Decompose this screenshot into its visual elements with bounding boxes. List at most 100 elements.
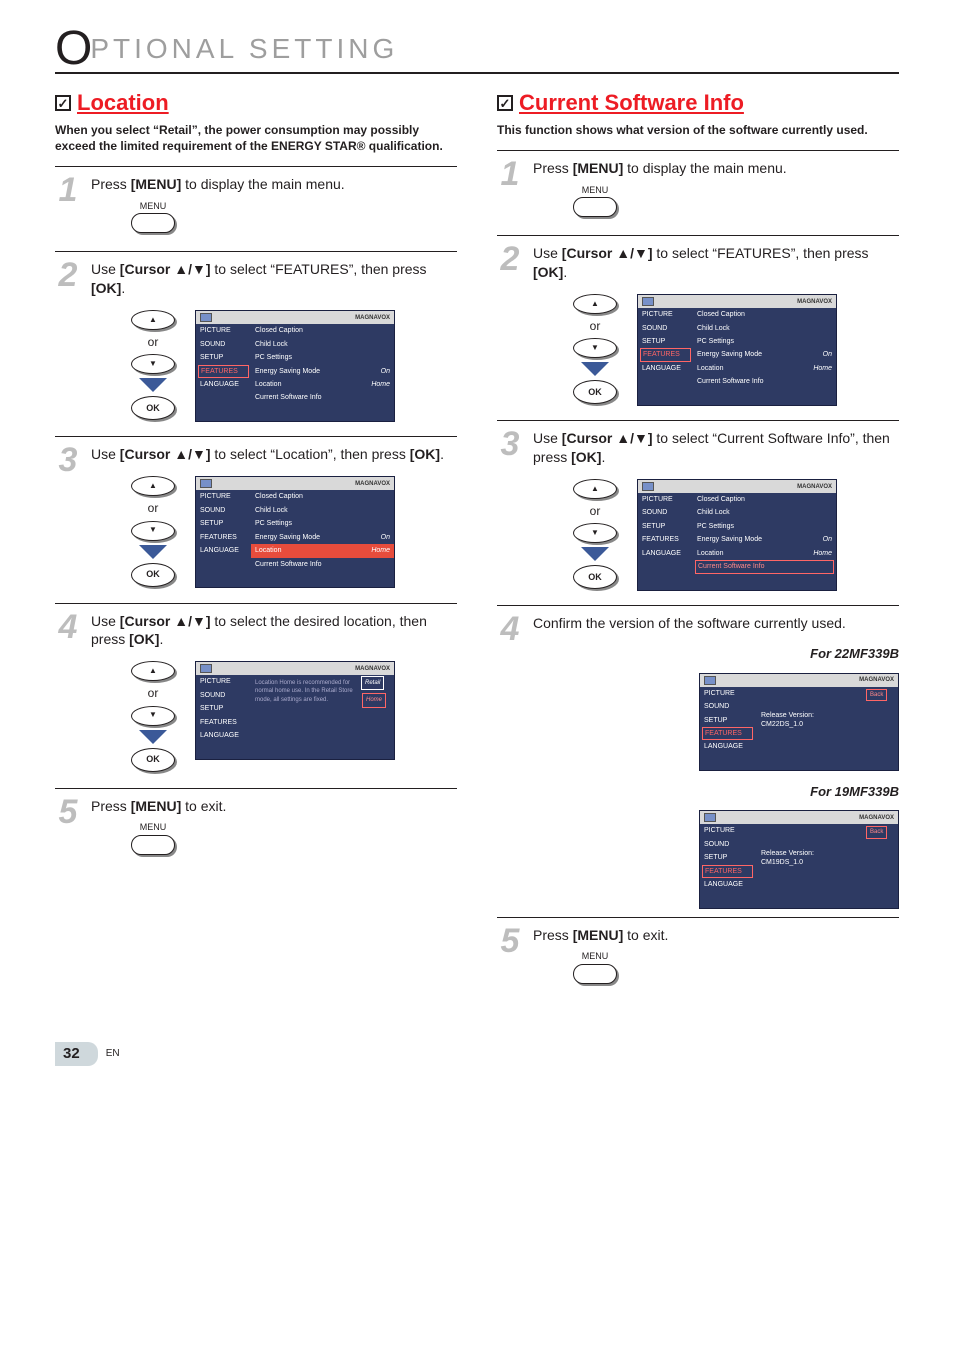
text: Use <box>533 430 562 446</box>
osd-right-options: Retail Home <box>360 675 394 742</box>
osd-version-b: MAGNAVOX PICTURESOUNDSETUPFEATURESLANGUA… <box>699 810 899 908</box>
osd-left-item: FEATURES <box>638 533 693 546</box>
osd-row: Energy Saving ModeOn <box>251 365 394 378</box>
step-text: Press [MENU] to display the main menu. <box>91 175 457 194</box>
osd-mid-menu: Location Home is recommended for normal … <box>251 675 360 742</box>
or-label: or <box>148 334 159 350</box>
model-label-a: For 22MF339B <box>533 645 899 663</box>
osd-location-menu: MAGNAVOX PICTURESOUNDSETUPFEATURESLANGUA… <box>195 476 395 588</box>
step-3: 3 Use [Cursor ▲/▼] to select “Current So… <box>497 429 899 597</box>
tv-icon <box>200 479 212 488</box>
osd-left-menu: PICTURESOUNDSETUPFEATURESLANGUAGE <box>700 687 755 754</box>
version-text: Release Version: CM19DS_1.0 <box>755 839 864 878</box>
text: to exit. <box>623 927 668 943</box>
osd-left-item: SETUP <box>638 520 693 533</box>
osd-left-item: SOUND <box>196 504 251 517</box>
osd-version-a: MAGNAVOX PICTURESOUNDSETUPFEATURESLANGUA… <box>699 673 899 771</box>
menu-button-icon <box>573 197 617 217</box>
text-bold: [OK] <box>91 280 121 296</box>
osd-left-menu: PICTURESOUNDSETUPFEATURESLANGUAGE <box>700 824 755 891</box>
text: Use <box>91 613 120 629</box>
ok-button-icon: OK <box>131 396 175 420</box>
ok-button-icon: OK <box>573 380 617 404</box>
osd-row: Energy Saving ModeOn <box>251 531 394 544</box>
brand-label: MAGNAVOX <box>355 314 390 322</box>
step-number: 3 <box>55 445 81 594</box>
arrow-down-icon: ▼ <box>149 525 157 536</box>
osd-left-item: LANGUAGE <box>700 878 755 891</box>
ok-button-icon: OK <box>131 748 175 772</box>
osd-left-item: PICTURE <box>700 824 755 837</box>
tv-icon <box>642 482 654 491</box>
down-button-icon: ▼ <box>573 523 617 543</box>
osd-mid-menu: Closed CaptionChild LockPC SettingsEnerg… <box>251 324 394 405</box>
osd-left-item: PICTURE <box>638 308 693 321</box>
arrow-down-icon: ▼ <box>591 528 599 539</box>
version-value: CM22DS_1.0 <box>761 721 803 728</box>
divider <box>55 251 457 252</box>
osd-left-item: LANGUAGE <box>196 544 251 557</box>
osd-left-item: SETUP <box>196 702 251 715</box>
step-number: 4 <box>497 614 523 908</box>
page-lang: EN <box>106 1047 120 1061</box>
arrow-up-icon: ▲ <box>149 315 157 326</box>
remote-graphic: ▲ or ▼ OK <box>573 479 617 589</box>
version-value: CM19DS_1.0 <box>761 859 803 866</box>
menu-button-icon <box>131 213 175 233</box>
osd-left-item: FEATURES <box>198 365 249 378</box>
divider <box>55 603 457 604</box>
osd-features-menu: MAGNAVOX PICTURESOUNDSETUPFEATURESLANGUA… <box>195 310 395 422</box>
triangle-down-icon <box>581 547 609 561</box>
step-text: Confirm the version of the software curr… <box>533 614 899 633</box>
arrow-up-icon: ▲ <box>591 484 599 495</box>
text-bold: [Cursor ▲/▼] <box>120 446 211 462</box>
right-column: ✓ Current Software Info This function sh… <box>497 88 899 1001</box>
brand-label: MAGNAVOX <box>797 298 832 306</box>
step-number: 2 <box>55 260 81 428</box>
page-title-text: PTIONAL SETTING <box>90 30 398 68</box>
text-bold: [MENU] <box>131 176 182 192</box>
arrow-up-icon: ▲ <box>591 299 599 310</box>
osd-left-item: PICTURE <box>700 687 755 700</box>
osd-option-selected: Home <box>362 693 386 707</box>
osd-left-item: LANGUAGE <box>196 729 251 742</box>
page-number: 32 <box>55 1042 98 1066</box>
menu-button-icon <box>573 964 617 984</box>
osd-features-menu: MAGNAVOX PICTURESOUNDSETUPFEATURESLANGUA… <box>637 294 837 406</box>
version-text: Release Version: CM22DS_1.0 <box>755 701 864 740</box>
text-bold: [MENU] <box>573 927 624 943</box>
osd-left-item: FEATURES <box>702 727 753 740</box>
remote-graphic: ▲ or ▼ OK <box>131 310 175 420</box>
osd-mid-menu: Release Version: CM22DS_1.0 <box>755 687 864 754</box>
menu-label: MENU <box>573 184 617 196</box>
osd-description: Location Home is recommended for normal … <box>251 675 360 707</box>
osd-row: Energy Saving ModeOn <box>693 348 836 361</box>
divider <box>55 166 457 167</box>
section-title-software: Current Software Info <box>519 88 744 118</box>
divider <box>497 420 899 421</box>
text-bold: [Cursor ▲/▼] <box>120 261 211 277</box>
osd-option: Retail <box>361 676 384 690</box>
text-bold: [OK] <box>533 264 563 280</box>
text: . <box>440 446 444 462</box>
osd-left-item: SETUP <box>638 335 693 348</box>
menu-label: MENU <box>131 821 175 833</box>
text: . <box>121 280 125 296</box>
page-footer: 32 EN <box>55 1042 899 1066</box>
osd-row: LocationHome <box>251 378 394 391</box>
arrow-down-icon: ▼ <box>149 710 157 721</box>
osd-row: PC Settings <box>693 335 836 348</box>
text: Press <box>533 160 573 176</box>
osd-left-menu: PICTURESOUNDSETUPFEATURESLANGUAGE <box>196 675 251 742</box>
osd-left-item: SOUND <box>196 689 251 702</box>
osd-left-item: LANGUAGE <box>638 547 693 560</box>
back-option: Back <box>866 689 887 701</box>
down-button-icon: ▼ <box>573 338 617 358</box>
text-bold: [OK] <box>129 631 159 647</box>
osd-row: Current Software Info <box>693 375 836 388</box>
text-bold: [OK] <box>571 449 601 465</box>
osd-row: Closed Caption <box>251 490 394 503</box>
left-column: ✓ Location When you select “Retail”, the… <box>55 88 457 1001</box>
page-title: O PTIONAL SETTING <box>55 30 899 74</box>
brand-label: MAGNAVOX <box>859 676 894 684</box>
